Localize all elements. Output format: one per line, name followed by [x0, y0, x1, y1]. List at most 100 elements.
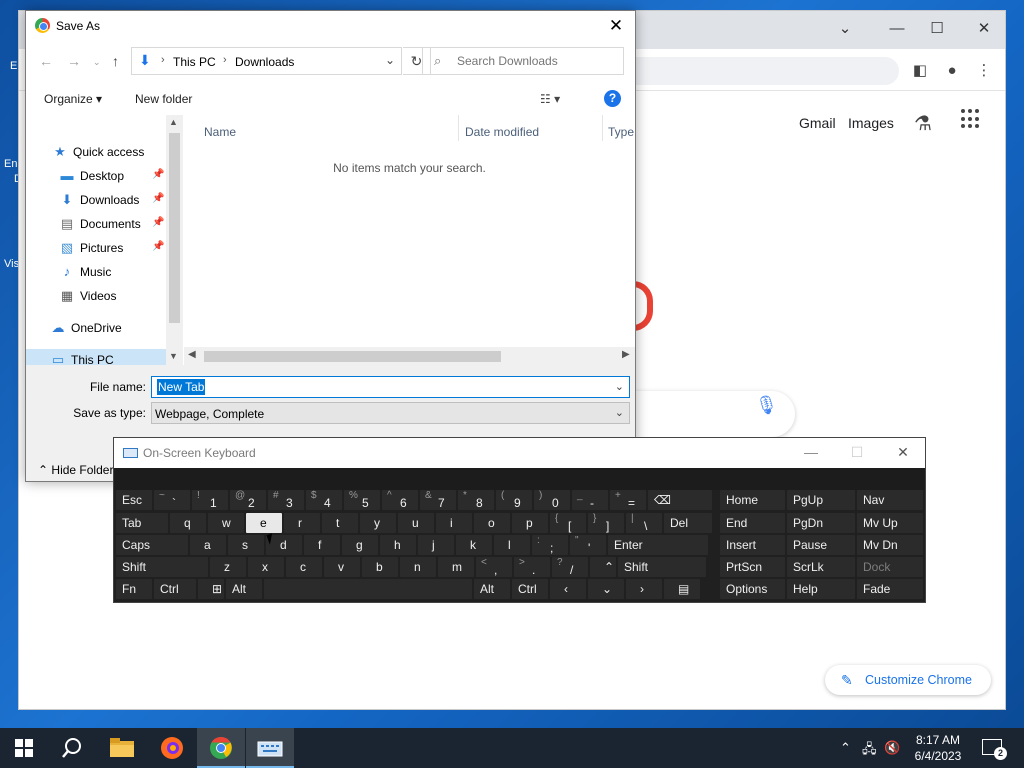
keyboard-key[interactable]: {[: [550, 513, 586, 533]
up-arrow-icon[interactable]: ↑: [112, 53, 119, 69]
nav-item[interactable]: ⬇ Downloads 📌: [26, 189, 166, 211]
keyboard-key[interactable]: Pause: [787, 535, 855, 555]
keyboard-key[interactable]: [264, 579, 472, 599]
close-button[interactable]: ✕: [892, 444, 914, 462]
keyboard-key[interactable]: PgUp: [787, 490, 855, 510]
close-button[interactable]: ✕: [605, 15, 627, 37]
search-button[interactable]: [48, 728, 96, 768]
keyboard-key[interactable]: Insert: [720, 535, 785, 555]
keyboard-key[interactable]: Ctrl: [512, 579, 548, 599]
keyboard-key[interactable]: p: [512, 513, 548, 533]
help-button[interactable]: ?: [604, 90, 621, 107]
clock[interactable]: 8:17 AM 6/4/2023: [906, 732, 970, 764]
keyboard-key[interactable]: x: [248, 557, 284, 577]
keyboard-key[interactable]: ) 0: [534, 490, 570, 510]
maximize-button[interactable]: ☐: [925, 17, 949, 41]
keyboard-key[interactable]: ? /: [552, 557, 588, 577]
microphone-icon[interactable]: 🎙: [755, 395, 778, 416]
keyboard-key[interactable]: y: [360, 513, 396, 533]
keyboard-key[interactable]: r: [284, 513, 320, 533]
keyboard-key[interactable]: k: [456, 535, 492, 555]
keyboard-key[interactable]: ~ `: [154, 490, 190, 510]
minimize-button[interactable]: —: [800, 444, 822, 462]
keyboard-key[interactable]: g: [342, 535, 378, 555]
keyboard-key[interactable]: Del: [664, 513, 712, 533]
keyboard-key[interactable]: Esc: [116, 490, 152, 510]
forward-arrow-icon[interactable]: →: [67, 53, 81, 69]
view-options-icon[interactable]: ☷ ▾: [540, 92, 560, 106]
keyboard-key[interactable]: Alt: [226, 579, 262, 599]
keyboard-key[interactable]: s: [228, 535, 264, 555]
keyboard-key[interactable]: ▤: [664, 579, 700, 599]
images-link[interactable]: Images: [848, 115, 894, 131]
network-icon[interactable]: 🖧: [862, 740, 877, 762]
keyboard-key[interactable]: | \: [626, 513, 662, 533]
volume-muted-icon[interactable]: 🔇: [884, 740, 900, 756]
scroll-down-icon[interactable]: ▼: [169, 351, 178, 361]
file-name-field[interactable]: New Tab ⌄: [151, 376, 630, 398]
nav-item[interactable]: ♪ Music: [26, 261, 166, 283]
customize-chrome-button[interactable]: ✎ Customize Chrome: [825, 665, 991, 695]
keyboard-key[interactable]: ^ 6: [382, 490, 418, 510]
keyboard-key[interactable]: >.: [514, 557, 550, 577]
desktop-icon-label[interactable]: En: [4, 158, 17, 170]
keyboard-key[interactable]: ⌄: [588, 579, 624, 599]
keyboard-key[interactable]: q: [170, 513, 206, 533]
keyboard-key[interactable]: h: [380, 535, 416, 555]
apps-grid-icon[interactable]: [961, 109, 981, 129]
keyboard-key[interactable]: Ctrl: [154, 579, 196, 599]
search-input[interactable]: [457, 54, 617, 68]
keyboard-key[interactable]: @2: [230, 490, 266, 510]
keyboard-key[interactable]: c: [286, 557, 322, 577]
keyboard-key[interactable]: " ': [570, 535, 606, 555]
keyboard-key[interactable]: b: [362, 557, 398, 577]
back-arrow-icon[interactable]: ←: [39, 53, 53, 69]
column-header-name[interactable]: Name: [204, 125, 236, 139]
keyboard-key[interactable]: #3: [268, 490, 304, 510]
keyboard-key[interactable]: ! 1: [192, 490, 228, 510]
column-divider[interactable]: [458, 115, 459, 141]
keyboard-key[interactable]: $4: [306, 490, 342, 510]
keyboard-key[interactable]: PrtScn: [720, 557, 785, 577]
keyboard-key[interactable]: Enter: [608, 535, 708, 555]
notification-center-icon[interactable]: 2: [982, 739, 1007, 760]
keyboard-key[interactable]: Shift: [618, 557, 706, 577]
keyboard-key[interactable]: Fade: [857, 579, 923, 599]
keyboard-key[interactable]: u: [398, 513, 434, 533]
keyboard-key[interactable]: (9: [496, 490, 532, 510]
hide-folders-button[interactable]: ⌃ Hide Folders: [38, 463, 119, 477]
nav-item[interactable]: ☁ OneDrive: [26, 317, 166, 339]
labs-icon[interactable]: ⚗: [914, 111, 932, 136]
chevron-down-icon[interactable]: ⌄: [615, 406, 624, 419]
on-screen-keyboard-taskbar-button[interactable]: [246, 728, 294, 768]
keyboard-key[interactable]: Options: [720, 579, 785, 599]
scroll-up-icon[interactable]: ▲: [169, 117, 178, 127]
keyboard-key[interactable]: :;: [532, 535, 568, 555]
keyboard-key[interactable]: Shift: [116, 557, 208, 577]
keyboard-key[interactable]: ⊞: [198, 579, 224, 599]
nav-item[interactable]: ▧ Pictures 📌: [26, 237, 166, 259]
keyboard-key[interactable]: Mv Up: [857, 513, 923, 533]
keyboard-key[interactable]: ⌃: [590, 557, 616, 577]
keyboard-key[interactable]: }]: [588, 513, 624, 533]
scrollbar-thumb[interactable]: [169, 133, 180, 323]
keyboard-key[interactable]: Alt: [474, 579, 510, 599]
keyboard-key[interactable]: + =: [610, 490, 646, 510]
close-button[interactable]: ✕: [972, 17, 996, 41]
keyboard-key[interactable]: a: [190, 535, 226, 555]
nav-item[interactable]: ★ Quick access: [26, 141, 166, 163]
keyboard-key[interactable]: Mv Dn: [857, 535, 923, 555]
keyboard-key[interactable]: <,: [476, 557, 512, 577]
keyboard-key[interactable]: Tab: [116, 513, 168, 533]
tab-search-button[interactable]: ⌄: [833, 17, 857, 41]
keyboard-key[interactable]: ›: [626, 579, 662, 599]
keyboard-key[interactable]: f: [304, 535, 340, 555]
new-folder-button[interactable]: New folder: [135, 92, 192, 106]
recent-locations-icon[interactable]: ⌄: [93, 57, 101, 68]
gmail-link[interactable]: Gmail: [799, 115, 836, 131]
chevron-down-icon[interactable]: ⌄: [615, 380, 624, 393]
navigation-pane-scrollbar[interactable]: ▲ ▼: [166, 115, 183, 365]
keyboard-key[interactable]: e: [246, 513, 282, 533]
keyboard-key[interactable]: z: [210, 557, 246, 577]
start-button[interactable]: [0, 728, 48, 768]
